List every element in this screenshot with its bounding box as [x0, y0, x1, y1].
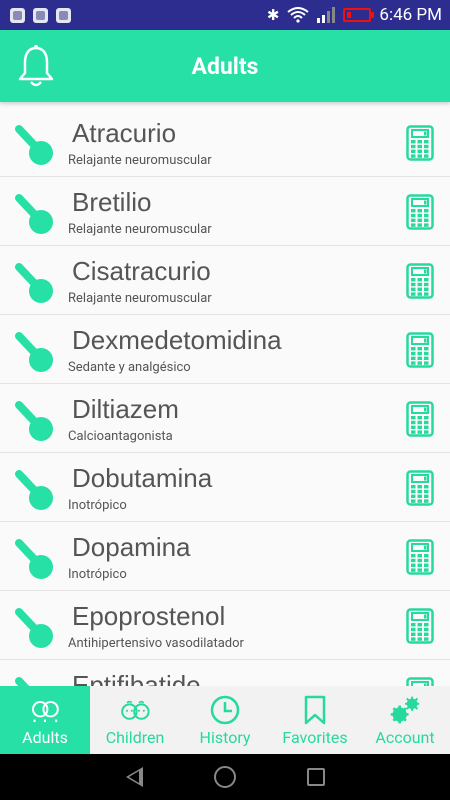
drug-name: Epoprostenol — [72, 601, 226, 631]
drug-drop-icon — [15, 125, 53, 165]
page-title: Adults — [191, 52, 259, 80]
tab-favorites[interactable]: Favorites — [270, 686, 360, 754]
tab-account[interactable]: Account — [360, 686, 450, 754]
drug-drop-icon — [15, 401, 53, 441]
drug-name: Dexmedetomidina — [72, 325, 282, 355]
signal-icon — [317, 7, 336, 23]
drug-class: Sedante y analgésico — [68, 360, 191, 375]
notification-icon — [10, 7, 25, 23]
drug-drop-icon — [15, 608, 53, 648]
list-item[interactable]: Eptifibatide — [0, 660, 450, 686]
drug-class: Relajante neuromuscular — [68, 153, 212, 168]
calculator-icon[interactable] — [406, 401, 434, 437]
list-item[interactable]: Bretilio Relajante neuromuscular — [0, 177, 450, 246]
list-item[interactable]: Cisatracurio Relajante neuromuscular — [0, 246, 450, 315]
tab-label: Children — [105, 728, 165, 747]
tab-label: Adults — [22, 728, 68, 747]
drug-name: Bretilio — [72, 187, 152, 217]
clock-time: 6:46 PM — [379, 5, 442, 25]
back-icon[interactable] — [125, 767, 143, 787]
drug-list[interactable]: Atracurio Relajante neuromuscular Bretilio… — [0, 108, 450, 686]
list-item[interactable]: Epoprostenol Antihipertensivo vasodilatad… — [0, 591, 450, 660]
drug-drop-icon — [15, 263, 53, 303]
tab-children[interactable]: Children — [90, 686, 180, 754]
drug-name: Dopamina — [72, 532, 191, 562]
drug-class: Inotrópico — [68, 498, 127, 513]
drug-drop-icon — [15, 470, 53, 510]
list-item[interactable]: Atracurio Relajante neuromuscular — [0, 108, 450, 177]
drug-name: Atracurio — [72, 118, 177, 148]
drug-drop-icon — [15, 539, 53, 579]
drug-name: Dobutamina — [72, 463, 213, 493]
list-item[interactable]: Dobutamina Inotrópico — [0, 453, 450, 522]
drug-name: Diltiazem — [72, 394, 179, 424]
drug-class: Inotrópico — [68, 567, 127, 582]
system-status: ✱ 6:46 PM — [267, 5, 450, 25]
calculator-icon[interactable] — [406, 332, 434, 368]
clock-icon — [210, 695, 240, 725]
drug-name: Cisatracurio — [72, 256, 211, 286]
app-header: Adults — [0, 30, 450, 102]
list-item[interactable]: Dexmedetomidina Sedante y analgésico — [0, 315, 450, 384]
tab-label: Favorites — [282, 728, 348, 747]
bluetooth-icon: ✱ — [266, 6, 280, 24]
battery-icon — [343, 8, 375, 22]
notification-icon — [56, 7, 71, 23]
list-item[interactable]: Dopamina Inotrópico — [0, 522, 450, 591]
tab-label: Account — [375, 728, 435, 747]
status-bar: ✱ 6:46 PM — [0, 0, 450, 30]
bell-icon[interactable] — [17, 44, 55, 88]
drug-drop-icon — [15, 677, 30, 686]
gears-icon — [390, 696, 420, 724]
notification-icon — [33, 7, 48, 23]
recent-apps-icon[interactable] — [306, 768, 325, 786]
tab-label: History — [199, 728, 251, 747]
drug-drop-icon — [15, 194, 53, 234]
calculator-icon[interactable] — [406, 194, 434, 230]
drug-drop-icon — [15, 332, 53, 372]
bottom-tab-bar: Adults Children History Favorites Accoun… — [0, 686, 450, 754]
calculator-icon[interactable] — [406, 470, 434, 506]
drug-class: Antihipertensivo vasodilatador — [68, 636, 244, 651]
home-icon[interactable] — [213, 766, 236, 788]
list-item[interactable]: Diltiazem Calcioantagonista — [0, 384, 450, 453]
children-icon — [121, 700, 150, 720]
calculator-icon[interactable] — [406, 125, 434, 161]
drug-class: Relajante neuromuscular — [68, 291, 212, 306]
android-nav-bar — [0, 754, 450, 800]
drug-name: Eptifibatide — [72, 670, 201, 686]
calculator-icon[interactable] — [406, 608, 434, 644]
calculator-icon[interactable] — [406, 677, 434, 686]
calculator-icon[interactable] — [406, 539, 434, 575]
adults-icon — [32, 701, 59, 722]
calculator-icon[interactable] — [406, 263, 434, 299]
bookmark-icon — [304, 695, 326, 725]
tab-history[interactable]: History — [180, 686, 270, 754]
drug-class: Relajante neuromuscular — [68, 222, 212, 237]
wifi-icon — [287, 7, 310, 23]
tab-adults[interactable]: Adults — [0, 686, 90, 754]
drug-class: Calcioantagonista — [68, 429, 173, 444]
notification-icons — [0, 7, 71, 23]
